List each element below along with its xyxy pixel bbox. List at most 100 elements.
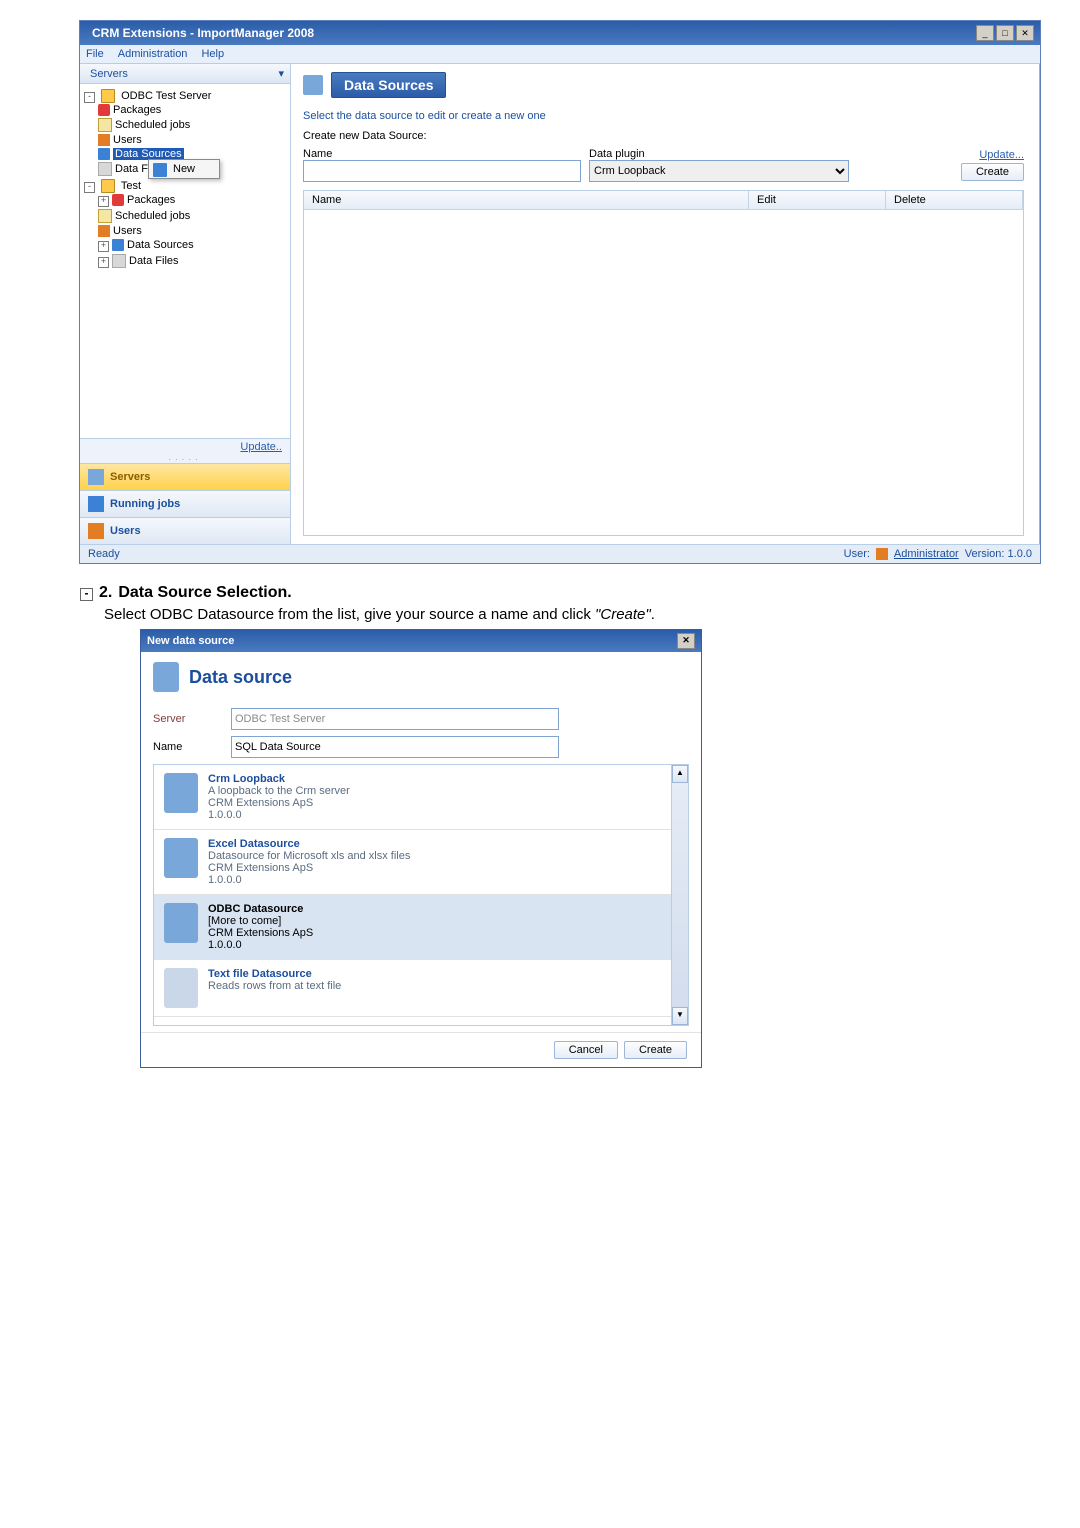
panel-title: Data Sources	[331, 72, 446, 98]
database-icon	[164, 903, 198, 943]
chevron-down-icon[interactable]: ▾	[278, 67, 284, 80]
main-panel: Data Sources Select the data source to e…	[291, 64, 1040, 544]
window-title: CRM Extensions - ImportManager 2008	[92, 26, 314, 40]
instruction-section-2: - 2. Data Source Selection. Select ODBC …	[80, 584, 1040, 1068]
nav-servers[interactable]: Servers	[80, 463, 290, 490]
running-jobs-icon	[88, 496, 104, 512]
dialog-close-button[interactable]: ✕	[677, 633, 695, 649]
list-item[interactable]: Crm Loopback A loopback to the Crm serve…	[154, 765, 671, 830]
plugin-label: Data plugin	[589, 148, 849, 160]
servers-icon	[88, 469, 104, 485]
tree-packages[interactable]: Packages	[127, 194, 175, 206]
tree-packages[interactable]: Packages	[113, 104, 161, 116]
data-sources-grid: Name Edit Delete	[303, 190, 1024, 536]
nav-running-label: Running jobs	[110, 498, 180, 510]
data-sources-icon	[112, 239, 124, 251]
close-button[interactable]: ✕	[1016, 25, 1034, 41]
new-icon	[153, 163, 167, 177]
scheduled-jobs-icon	[98, 209, 112, 223]
grid-col-name[interactable]: Name	[304, 191, 749, 209]
splitter-handle[interactable]: ·····	[80, 455, 290, 463]
context-menu-new[interactable]: New	[149, 160, 219, 178]
instruction-text-c: .	[651, 606, 655, 623]
instruction-text-b: "Create"	[595, 606, 651, 623]
menu-help[interactable]: Help	[201, 48, 224, 60]
titlebar: CRM Extensions - ImportManager 2008 _ □ …	[80, 21, 1040, 45]
menu-administration[interactable]: Administration	[118, 48, 188, 60]
new-data-source-dialog: New data source ✕ Data source Server Nam…	[140, 629, 702, 1068]
collapse-section-icon[interactable]: -	[80, 588, 93, 601]
menubar: File Administration Help	[80, 45, 1040, 64]
server-field	[231, 708, 559, 730]
nav-running-jobs[interactable]: Running jobs	[80, 490, 290, 517]
section-number: 2.	[99, 584, 112, 602]
status-user-link[interactable]: Administrator	[894, 548, 959, 560]
status-ready: Ready	[88, 548, 120, 560]
list-item-desc: [More to come]	[208, 915, 661, 927]
sidebar-update-link[interactable]: Update..	[80, 439, 290, 455]
tree-data-files[interactable]: Data Files	[129, 255, 179, 267]
tree-server-odbc[interactable]: ODBC Test Server	[121, 90, 211, 102]
list-item-name: Crm Loopback	[208, 773, 661, 785]
tree-data-sources[interactable]: Data Sources	[127, 239, 194, 251]
create-button[interactable]: Create	[961, 163, 1024, 181]
tree-users[interactable]: Users	[113, 225, 142, 237]
create-data-source-label: Create new Data Source:	[303, 130, 1024, 142]
tree-toggle[interactable]: +	[98, 241, 109, 252]
sidebar-header-servers[interactable]: Servers ▾	[80, 64, 290, 84]
sidebar-header-label: Servers	[90, 68, 128, 80]
instruction-text: Select ODBC Datasource from the list, gi…	[104, 606, 1040, 623]
server-icon	[101, 89, 115, 103]
create-button[interactable]: Create	[624, 1041, 687, 1059]
grid-col-edit[interactable]: Edit	[749, 191, 886, 209]
data-sources-icon	[303, 75, 323, 95]
data-files-icon	[112, 254, 126, 268]
tree-server-test[interactable]: Test	[121, 180, 141, 192]
list-item-name: Text file Datasource	[208, 968, 661, 980]
scheduled-jobs-icon	[98, 118, 112, 132]
list-item[interactable]: ODBC Datasource [More to come] CRM Exten…	[154, 895, 671, 960]
database-icon	[164, 773, 198, 813]
tree-toggle[interactable]: -	[84, 182, 95, 193]
list-item-version: 1.0.0.0	[208, 874, 661, 886]
update-link[interactable]: Update...	[979, 149, 1024, 161]
list-scrollbar[interactable]: ▲ ▼	[671, 765, 688, 1025]
server-icon	[101, 179, 115, 193]
name-field[interactable]	[231, 736, 559, 758]
list-item[interactable]: Text file Datasource Reads rows from at …	[154, 960, 671, 1017]
dialog-title: New data source	[147, 635, 234, 647]
scroll-track[interactable]	[672, 783, 688, 1007]
users-icon	[88, 523, 104, 539]
nav-users[interactable]: Users	[80, 517, 290, 544]
users-icon	[98, 134, 110, 146]
data-source-name-input[interactable]	[303, 160, 581, 182]
tree-toggle[interactable]: -	[84, 92, 95, 103]
scroll-down-button[interactable]: ▼	[672, 1007, 688, 1025]
dialog-heading: Data source	[189, 667, 292, 688]
tree-scheduled[interactable]: Scheduled jobs	[115, 119, 190, 131]
app-window: CRM Extensions - ImportManager 2008 _ □ …	[79, 20, 1041, 564]
minimize-button[interactable]: _	[976, 25, 994, 41]
menu-file[interactable]: File	[86, 48, 104, 60]
list-item-name: Excel Datasource	[208, 838, 661, 850]
list-item-vendor: CRM Extensions ApS	[208, 797, 661, 809]
context-menu-new-label: New	[173, 163, 195, 175]
status-version: Version: 1.0.0	[965, 548, 1032, 560]
server-tree: - ODBC Test Server Packages Scheduled jo…	[80, 84, 290, 438]
tree-toggle[interactable]: +	[98, 196, 109, 207]
maximize-button[interactable]: □	[996, 25, 1014, 41]
list-item[interactable]: Excel Datasource Datasource for Microsof…	[154, 830, 671, 895]
scroll-up-button[interactable]: ▲	[672, 765, 688, 783]
data-sources-icon	[98, 148, 110, 160]
list-item-vendor: CRM Extensions ApS	[208, 862, 661, 874]
context-menu: New	[148, 159, 220, 179]
data-plugin-select[interactable]: Crm Loopback	[589, 160, 849, 182]
tree-toggle[interactable]: +	[98, 257, 109, 268]
tree-scheduled[interactable]: Scheduled jobs	[115, 210, 190, 222]
list-item-desc: Reads rows from at text file	[208, 980, 661, 992]
grid-col-delete[interactable]: Delete	[886, 191, 1023, 209]
nav-users-label: Users	[110, 525, 141, 537]
tree-users[interactable]: Users	[113, 134, 142, 146]
cancel-button[interactable]: Cancel	[554, 1041, 618, 1059]
sidebar: Servers ▾ - ODBC Test Server Packages Sc…	[80, 64, 291, 544]
